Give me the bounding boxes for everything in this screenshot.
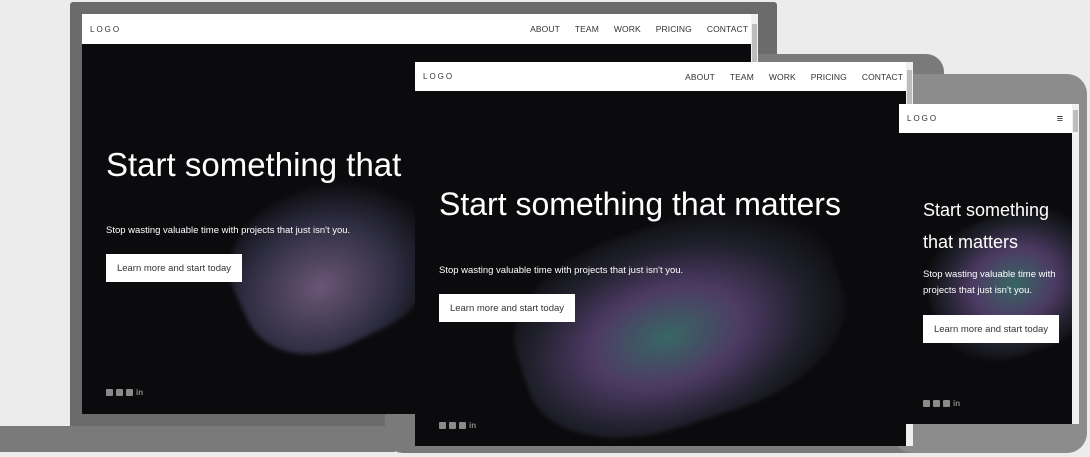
twitter-icon[interactable] <box>943 400 950 407</box>
logo[interactable]: LOGO <box>907 114 938 123</box>
social-links: in <box>439 422 476 430</box>
nav-item-pricing[interactable]: PRICING <box>811 72 847 82</box>
facebook-icon[interactable] <box>439 422 446 429</box>
cta-button[interactable]: Learn more and start today <box>923 315 1059 343</box>
flickr-icon[interactable] <box>933 400 940 407</box>
facebook-icon[interactable] <box>106 389 113 396</box>
flickr-icon[interactable] <box>449 422 456 429</box>
hero-title: Start something that matters <box>439 186 841 222</box>
phone-screen: LOGO ≡ Start something that matters Stop… <box>899 104 1079 424</box>
hero: Start something that matters <box>439 186 841 223</box>
cta-button[interactable]: Learn more and start today <box>106 254 242 282</box>
hero: Start something that <box>106 146 401 184</box>
nav-item-work[interactable]: WORK <box>614 24 641 34</box>
flickr-icon[interactable] <box>116 389 123 396</box>
hero-title-line-2: that matters <box>923 232 1019 252</box>
nav-item-contact[interactable]: CONTACT <box>862 72 903 82</box>
nav-item-team[interactable]: TEAM <box>730 72 754 82</box>
nav-item-work[interactable]: WORK <box>769 72 796 82</box>
linkedin-icon[interactable]: in <box>469 422 476 430</box>
social-links: in <box>106 389 143 397</box>
linkedin-icon[interactable]: in <box>953 400 960 408</box>
logo[interactable]: LOGO <box>423 72 454 81</box>
hero-subtitle: Stop wasting valuable time with projects… <box>923 269 1056 296</box>
social-links: in <box>923 400 960 408</box>
nav-item-team[interactable]: TEAM <box>575 24 599 34</box>
twitter-icon[interactable] <box>126 389 133 396</box>
nav-menu: ABOUT TEAM WORK PRICING CONTACT <box>670 72 903 82</box>
nav-item-pricing[interactable]: PRICING <box>656 24 692 34</box>
nav-item-contact[interactable]: CONTACT <box>707 24 748 34</box>
navbar: LOGO ABOUT TEAM WORK PRICING CONTACT <box>82 14 758 44</box>
tablet-screen: LOGO ABOUT TEAM WORK PRICING CONTACT Sta… <box>415 62 913 446</box>
scrollbar[interactable] <box>1072 104 1079 424</box>
hero-title: Start something that <box>106 146 402 183</box>
facebook-icon[interactable] <box>923 400 930 407</box>
nav-menu: ABOUT TEAM WORK PRICING CONTACT <box>515 24 748 34</box>
navbar: LOGO ≡ <box>899 104 1079 133</box>
logo[interactable]: LOGO <box>90 25 121 34</box>
linkedin-icon[interactable]: in <box>136 389 143 397</box>
nav-item-about[interactable]: ABOUT <box>685 72 715 82</box>
navbar: LOGO ABOUT TEAM WORK PRICING CONTACT <box>415 62 913 91</box>
hero-title-line-1: Start something <box>923 200 1050 220</box>
cta-button[interactable]: Learn more and start today <box>439 294 575 322</box>
nav-item-about[interactable]: ABOUT <box>530 24 560 34</box>
hero: Start something that matters <box>923 194 1049 258</box>
hamburger-menu-icon[interactable]: ≡ <box>1057 113 1063 125</box>
laptop-base <box>0 426 395 452</box>
hero-subtitle: Stop wasting valuable time with projects… <box>439 265 684 276</box>
hero-subtitle: Stop wasting valuable time with projects… <box>106 225 351 236</box>
twitter-icon[interactable] <box>459 422 466 429</box>
